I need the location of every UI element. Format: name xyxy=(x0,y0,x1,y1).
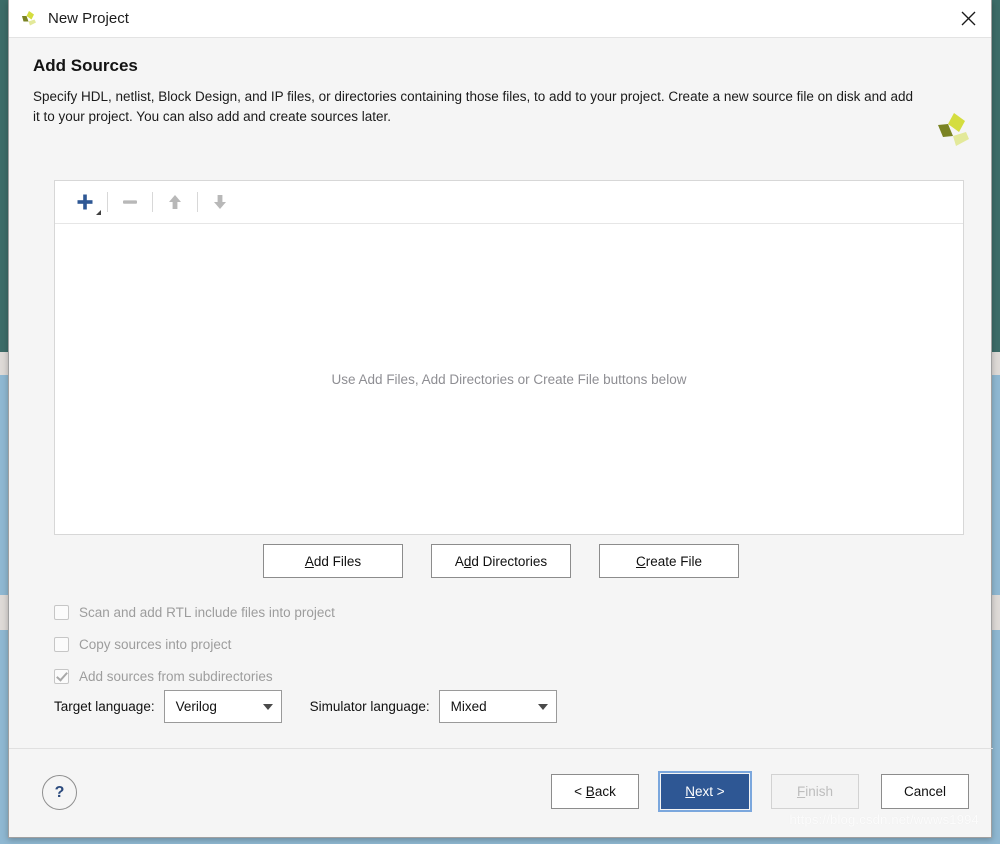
language-settings-row: Target language: Verilog Simulator langu… xyxy=(54,690,557,723)
help-button[interactable]: ? xyxy=(42,775,77,810)
next-label: ext > xyxy=(695,784,725,799)
cancel-button[interactable]: Cancel xyxy=(881,774,969,809)
toolbar-divider xyxy=(152,192,153,212)
dialog-title: New Project xyxy=(48,10,129,27)
chevron-down-icon xyxy=(262,703,273,710)
option-label: Copy sources into project xyxy=(79,636,232,652)
next-button[interactable]: Next > xyxy=(658,771,752,812)
footer-divider xyxy=(9,748,993,749)
arrow-down-icon xyxy=(214,195,226,209)
checkbox-scan-rtl-include[interactable] xyxy=(54,604,69,620)
wizard-button-row: < Back Next > Finish Cancel xyxy=(551,771,969,812)
add-source-button[interactable] xyxy=(65,187,105,217)
add-files-button[interactable]: Add Files xyxy=(263,544,403,578)
move-down-button[interactable] xyxy=(200,187,240,217)
simulator-language-label: Simulator language: xyxy=(309,699,430,714)
remove-source-button[interactable] xyxy=(110,187,150,217)
option-label: Scan and add RTL include files into proj… xyxy=(79,604,335,620)
simulator-language-value: Mixed xyxy=(450,699,487,714)
add-directories-label: d Directories xyxy=(471,553,548,569)
plus-icon xyxy=(77,194,93,210)
back-mnemonic: B xyxy=(585,784,595,799)
add-directories-mnemonic: d xyxy=(463,553,472,569)
watermark-text: https://blog.csdn.net/wwws1994 xyxy=(789,812,979,827)
source-list-panel: Use Add Files, Add Directories or Create… xyxy=(54,180,964,535)
minus-icon xyxy=(123,200,137,204)
option-copy-sources[interactable]: Copy sources into project xyxy=(54,628,654,660)
add-sources-button-row: Add Files Add Directories Create File xyxy=(9,544,993,578)
dialog-header: Add Sources Specify HDL, netlist, Block … xyxy=(9,38,991,146)
option-scan-rtl-include[interactable]: Scan and add RTL include files into proj… xyxy=(54,596,654,628)
create-file-button[interactable]: Create File xyxy=(599,544,739,578)
target-language-select[interactable]: Verilog xyxy=(163,690,282,723)
back-label: ack xyxy=(594,784,616,799)
new-project-dialog: New Project Add Sources Specify HDL, net… xyxy=(8,0,993,838)
target-language-value: Verilog xyxy=(175,699,217,714)
close-icon[interactable] xyxy=(945,0,991,37)
checkbox-add-subdirectories[interactable] xyxy=(54,668,69,684)
option-add-subdirectories[interactable]: Add sources from subdirectories xyxy=(54,660,654,692)
create-file-label: reate File xyxy=(645,553,703,569)
source-list-toolbar xyxy=(55,181,963,224)
option-label: Add sources from subdirectories xyxy=(79,668,273,684)
toolbar-divider xyxy=(197,192,198,212)
empty-list-message: Use Add Files, Add Directories or Create… xyxy=(331,371,687,387)
finish-button: Finish xyxy=(771,774,859,809)
toolbar-divider xyxy=(107,192,108,212)
finish-mnemonic: F xyxy=(796,784,806,799)
simulator-language-select[interactable]: Mixed xyxy=(438,690,557,723)
back-button[interactable]: < Back xyxy=(551,774,639,809)
page-description: Specify HDL, netlist, Block Design, and … xyxy=(33,89,913,124)
move-up-button[interactable] xyxy=(155,187,195,217)
page-title: Add Sources xyxy=(33,56,138,75)
add-files-mnemonic: A xyxy=(304,553,314,569)
xilinx-logo-icon xyxy=(938,113,969,146)
arrow-up-icon xyxy=(169,195,181,209)
xilinx-logo-icon xyxy=(22,10,36,25)
source-options-group: Scan and add RTL include files into proj… xyxy=(54,596,654,692)
chevron-down-icon xyxy=(537,703,548,710)
finish-label: inish xyxy=(805,784,833,799)
target-language-label: Target language: xyxy=(54,699,155,714)
checkbox-copy-sources[interactable] xyxy=(54,636,69,652)
next-mnemonic: N xyxy=(685,784,696,799)
dialog-titlebar: New Project xyxy=(9,0,991,38)
chevron-down-icon xyxy=(96,210,101,215)
add-files-label: dd Files xyxy=(313,553,362,569)
add-directories-button[interactable]: Add Directories xyxy=(431,544,571,578)
create-file-mnemonic: C xyxy=(635,553,646,569)
